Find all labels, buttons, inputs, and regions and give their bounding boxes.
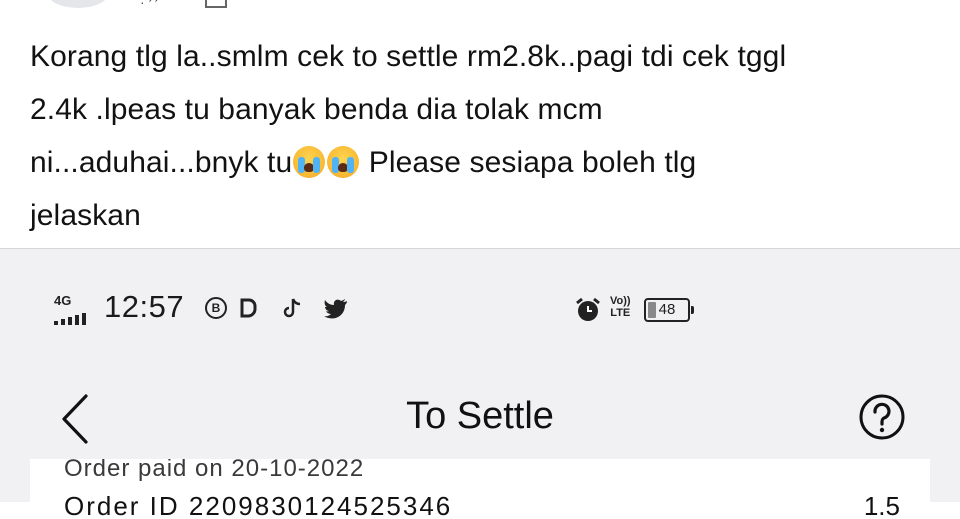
page-title: To Settle — [406, 395, 554, 437]
order-id: Order ID 2209830124525346 — [64, 491, 453, 519]
b-app-icon — [238, 297, 260, 319]
audience-icon — [205, 0, 227, 8]
post-caption: Korang tlg la..smlm cek to settle rm2.8k… — [30, 30, 940, 242]
tiktok-icon — [283, 297, 303, 319]
caption-line: 2.4k .lpeas tu banyak benda dia tolak mc… — [30, 93, 603, 126]
volte-top: Vo)) — [610, 295, 631, 307]
caption-text: Please sesiapa boleh tlg — [360, 146, 697, 179]
status-bar: 4G 12:57 B Vo)) LTE 48 — [0, 289, 960, 329]
order-card[interactable]: Order paid on 20-10-2022 Order ID 220983… — [30, 459, 930, 519]
loudly-crying-face-emoji — [293, 146, 326, 178]
network-type: 4G — [54, 293, 72, 308]
battery-icon: 48 — [644, 298, 694, 322]
signal-icon: 4G — [54, 293, 98, 325]
caption-line: ni...aduhai...bnyk tu Please sesiapa bol… — [30, 136, 940, 189]
post-meta-clipped: · ᐟᐟ — [140, 0, 161, 10]
twitter-icon — [323, 297, 349, 319]
bixby-icon: B — [205, 297, 227, 319]
top-navigation: To Settle — [0, 377, 960, 457]
caption-text: ni...aduhai...bnyk tu — [30, 146, 293, 179]
bixby-letter: B — [211, 301, 221, 315]
order-amount: 1.5 — [863, 491, 900, 519]
volte-icon: Vo)) LTE — [610, 295, 631, 319]
alarm-icon — [574, 297, 602, 323]
order-paid-date: Order paid on 20-10-2022 — [64, 459, 365, 482]
loudly-crying-face-emoji — [327, 146, 360, 178]
caption-line: Korang tlg la..smlm cek to settle rm2.8k… — [30, 40, 787, 73]
avatar[interactable] — [48, 0, 108, 8]
caption-line: jelaskan — [30, 199, 141, 232]
help-circle-icon[interactable] — [858, 393, 906, 441]
battery-level: 48 — [658, 301, 676, 318]
volte-bottom: LTE — [610, 307, 631, 319]
status-time: 12:57 — [104, 289, 185, 324]
attached-screenshot[interactable]: 4G 12:57 B Vo)) LTE 48 To Settle Order p… — [0, 249, 960, 519]
post-header-clipped: · ᐟᐟ — [0, 0, 960, 12]
